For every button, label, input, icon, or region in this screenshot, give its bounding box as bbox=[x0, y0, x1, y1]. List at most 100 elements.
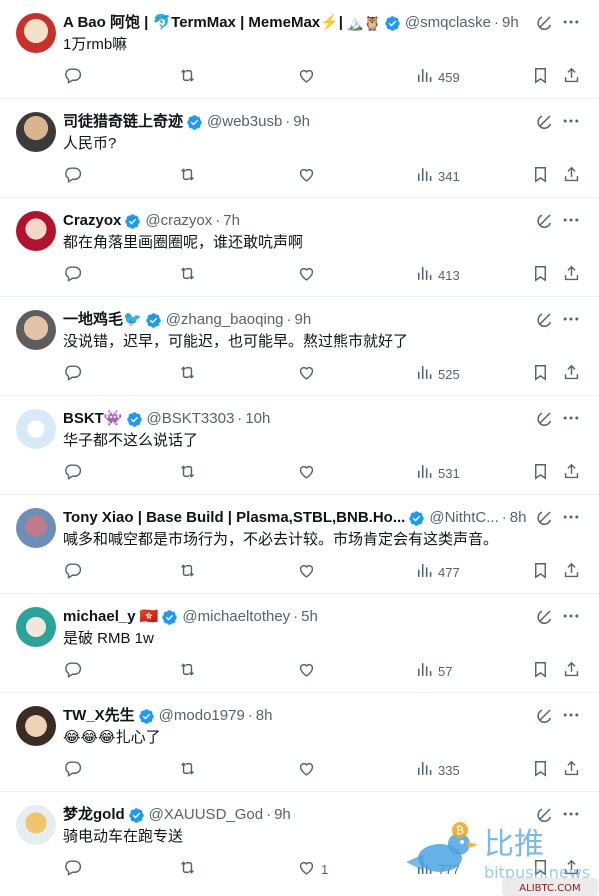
reply-button[interactable] bbox=[63, 66, 82, 88]
grok-icon[interactable] bbox=[535, 12, 555, 32]
views-button[interactable]: 413 bbox=[414, 264, 460, 286]
timestamp[interactable]: 9h bbox=[295, 310, 312, 330]
repost-button[interactable] bbox=[178, 660, 197, 682]
bookmark-button[interactable] bbox=[531, 858, 550, 880]
more-options-icon[interactable] bbox=[561, 12, 581, 32]
like-button[interactable] bbox=[297, 462, 321, 484]
tweet[interactable]: michael_y 🇭🇰 @michaeltothey · 5h 是破 RMB 1w 57 bbox=[0, 594, 599, 693]
repost-button[interactable] bbox=[178, 759, 197, 781]
like-button[interactable]: 1 bbox=[297, 858, 328, 880]
share-button[interactable] bbox=[562, 462, 581, 484]
more-options-icon[interactable] bbox=[561, 408, 581, 428]
tweet[interactable]: Tony Xiao | Base Build | Plasma,STBL,BNB… bbox=[0, 495, 599, 594]
views-button[interactable]: 531 bbox=[414, 462, 460, 484]
repost-button[interactable] bbox=[178, 363, 197, 385]
repost-button[interactable] bbox=[178, 66, 197, 88]
grok-icon[interactable] bbox=[535, 111, 555, 131]
tweet[interactable]: 梦龙gold @XAUUSD_God · 9h 骑电动车在跑专送 1 777 bbox=[0, 792, 599, 891]
reply-button[interactable] bbox=[63, 561, 82, 583]
tweet[interactable]: BSKT👾 @BSKT3303 · 10h 华子都不这么说话了 531 bbox=[0, 396, 599, 495]
like-button[interactable] bbox=[297, 165, 321, 187]
avatar[interactable] bbox=[16, 706, 56, 746]
reply-button[interactable] bbox=[63, 759, 82, 781]
reply-button[interactable] bbox=[63, 660, 82, 682]
bookmark-button[interactable] bbox=[531, 264, 550, 286]
like-button[interactable] bbox=[297, 660, 321, 682]
author-name[interactable]: BSKT👾 bbox=[63, 409, 123, 429]
share-button[interactable] bbox=[562, 759, 581, 781]
bookmark-button[interactable] bbox=[531, 165, 550, 187]
reply-button[interactable] bbox=[63, 858, 82, 880]
author-handle[interactable]: @zhang_baoqing bbox=[166, 310, 284, 330]
more-options-icon[interactable] bbox=[561, 210, 581, 230]
views-button[interactable]: 477 bbox=[414, 561, 460, 583]
author-name[interactable]: A Bao 阿饱 | 🐬TermMax | MemeMax⚡️| bbox=[63, 13, 343, 33]
repost-button[interactable] bbox=[178, 561, 197, 583]
share-button[interactable] bbox=[562, 858, 581, 880]
reply-button[interactable] bbox=[63, 165, 82, 187]
tweet[interactable]: 一地鸡毛🐦 @zhang_baoqing · 9h 没说错，迟早，可能迟，也可能早。熬过… bbox=[0, 297, 599, 396]
timestamp[interactable]: 9h bbox=[274, 805, 291, 825]
share-button[interactable] bbox=[562, 660, 581, 682]
avatar[interactable] bbox=[16, 508, 56, 548]
author-name[interactable]: michael_y 🇭🇰 bbox=[63, 607, 158, 627]
share-button[interactable] bbox=[562, 66, 581, 88]
grok-icon[interactable] bbox=[535, 210, 555, 230]
reply-button[interactable] bbox=[63, 462, 82, 484]
tweet[interactable]: TW_X先生 @modo1979 · 8h 😂😂😂扎心了 335 bbox=[0, 693, 599, 792]
repost-button[interactable] bbox=[178, 165, 197, 187]
author-handle[interactable]: @NithtC... bbox=[429, 508, 498, 528]
share-button[interactable] bbox=[562, 264, 581, 286]
author-name[interactable]: Tony Xiao | Base Build | Plasma,STBL,BNB… bbox=[63, 508, 405, 528]
avatar[interactable] bbox=[16, 310, 56, 350]
bookmark-button[interactable] bbox=[531, 66, 550, 88]
author-handle[interactable]: @web3usb bbox=[207, 112, 282, 132]
avatar[interactable] bbox=[16, 607, 56, 647]
grok-icon[interactable] bbox=[535, 804, 555, 824]
timestamp[interactable]: 9h bbox=[502, 13, 519, 33]
author-handle[interactable]: @crazyox bbox=[145, 211, 212, 231]
author-handle[interactable]: @michaeltothey bbox=[182, 607, 290, 627]
more-options-icon[interactable] bbox=[561, 705, 581, 725]
tweet[interactable]: 司徒猎奇链上奇迹 @web3usb · 9h 人民币? 341 bbox=[0, 99, 599, 198]
views-button[interactable]: 777 bbox=[414, 858, 460, 880]
bookmark-button[interactable] bbox=[531, 561, 550, 583]
reply-button[interactable] bbox=[63, 264, 82, 286]
author-name[interactable]: 一地鸡毛🐦 bbox=[63, 310, 142, 330]
like-button[interactable] bbox=[297, 561, 321, 583]
more-options-icon[interactable] bbox=[561, 606, 581, 626]
timestamp[interactable]: 7h bbox=[223, 211, 240, 231]
timestamp[interactable]: 9h bbox=[293, 112, 310, 132]
like-button[interactable] bbox=[297, 66, 321, 88]
avatar[interactable] bbox=[16, 211, 56, 251]
share-button[interactable] bbox=[562, 165, 581, 187]
views-button[interactable]: 525 bbox=[414, 363, 460, 385]
avatar[interactable] bbox=[16, 112, 56, 152]
views-button[interactable]: 341 bbox=[414, 165, 460, 187]
bookmark-button[interactable] bbox=[531, 363, 550, 385]
views-button[interactable]: 57 bbox=[414, 660, 452, 682]
grok-icon[interactable] bbox=[535, 309, 555, 329]
more-options-icon[interactable] bbox=[561, 804, 581, 824]
share-button[interactable] bbox=[562, 363, 581, 385]
more-options-icon[interactable] bbox=[561, 111, 581, 131]
author-handle[interactable]: @XAUUSD_God bbox=[149, 805, 263, 825]
bookmark-button[interactable] bbox=[531, 462, 550, 484]
timestamp[interactable]: 8h bbox=[256, 706, 273, 726]
grok-icon[interactable] bbox=[535, 408, 555, 428]
timestamp[interactable]: 5h bbox=[301, 607, 318, 627]
repost-button[interactable] bbox=[178, 462, 197, 484]
author-name[interactable]: 司徒猎奇链上奇迹 bbox=[63, 112, 183, 132]
grok-icon[interactable] bbox=[535, 507, 555, 527]
timestamp[interactable]: 10h bbox=[245, 409, 270, 429]
author-name[interactable]: TW_X先生 bbox=[63, 706, 135, 726]
more-options-icon[interactable] bbox=[561, 507, 581, 527]
like-button[interactable] bbox=[297, 264, 321, 286]
timestamp[interactable]: 8h bbox=[510, 508, 527, 528]
author-handle[interactable]: @modo1979 bbox=[159, 706, 245, 726]
author-name[interactable]: 梦龙gold bbox=[63, 805, 125, 825]
like-button[interactable] bbox=[297, 363, 321, 385]
grok-icon[interactable] bbox=[535, 606, 555, 626]
author-name[interactable]: Crazyox bbox=[63, 211, 121, 231]
repost-button[interactable] bbox=[178, 264, 197, 286]
